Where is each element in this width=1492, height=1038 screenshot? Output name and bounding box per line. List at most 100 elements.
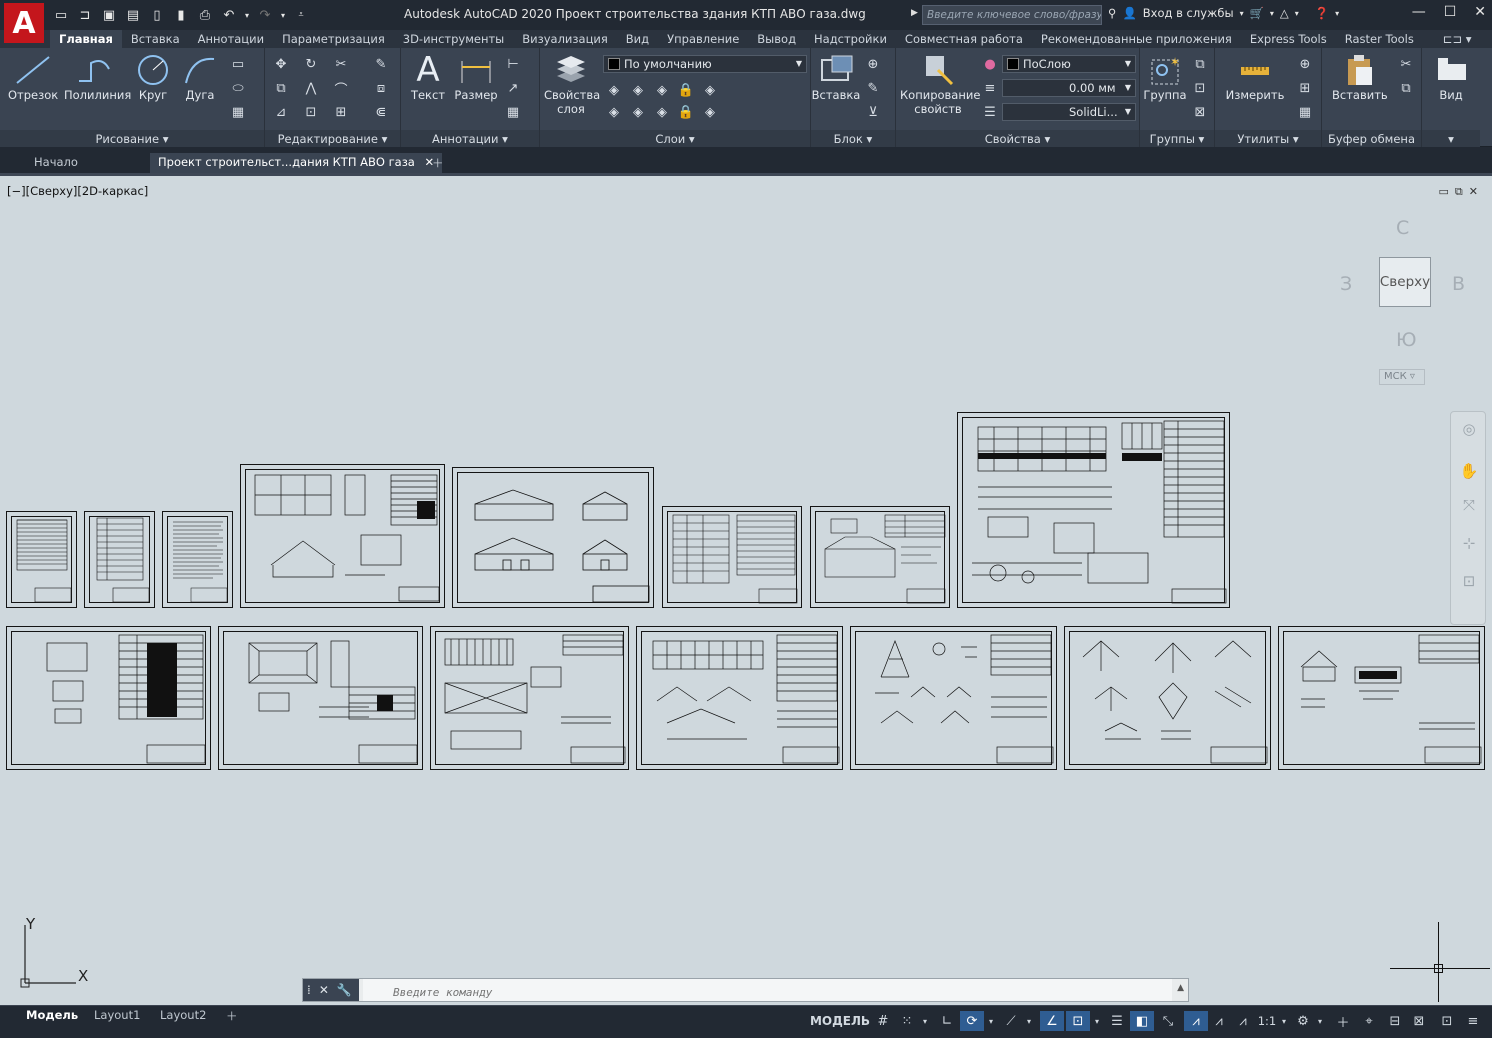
transparency-icon[interactable]: ◧ (1130, 1011, 1154, 1031)
chevron-down-icon[interactable]: ▾ (1314, 1011, 1326, 1031)
tab-home[interactable]: Главная (50, 30, 122, 48)
close-icon[interactable]: ✕ (1474, 4, 1486, 20)
match-properties-button[interactable]: Копирование свойств (900, 52, 980, 116)
group-edit-icon[interactable]: ⊡ (1190, 78, 1210, 98)
print-icon[interactable]: ⎙ (194, 4, 216, 26)
dimension-button[interactable]: Размер (451, 52, 501, 102)
copy-clip-icon[interactable]: ⧉ (1396, 78, 1416, 98)
grid-icon[interactable]: # (872, 1011, 894, 1031)
help-icon[interactable]: ❓ (1315, 6, 1329, 20)
viewcube-west[interactable]: З (1340, 273, 1352, 295)
search-expand-icon[interactable]: ▶ (911, 8, 918, 18)
viewcube[interactable]: С З В Ю Сверху МСК ▿ (1336, 217, 1476, 385)
undo-dropdown-icon[interactable]: ▾ (242, 4, 252, 26)
linear-dimension-icon[interactable]: ⊢ (503, 54, 523, 74)
mirror-icon[interactable]: ⋀ (301, 78, 321, 98)
view-button[interactable]: Вид (1426, 52, 1476, 102)
linetype-dropdown[interactable]: SolidLi... ▼ (1002, 103, 1136, 121)
model-space-button[interactable]: МОДЕЛЬ (810, 1011, 870, 1031)
zoom-extents-icon[interactable]: ⤧ (1459, 496, 1479, 516)
viewport-minimize-icon[interactable]: ▭ (1439, 185, 1449, 199)
scale-value[interactable]: 1:1 (1256, 1011, 1278, 1031)
command-history-icon[interactable]: ▲ (1177, 983, 1184, 993)
drawing-area[interactable]: [−][Сверху][2D-каркас] ▭ ⧉ ✕ С З В Ю Све… (0, 179, 1492, 1005)
viewcube-face-top[interactable]: Сверху (1379, 257, 1431, 307)
layer-tool-icon[interactable]: ◈ (628, 102, 648, 122)
rotate-icon[interactable]: ↻ (301, 54, 321, 74)
viewcube-north[interactable]: С (1396, 217, 1409, 239)
chevron-down-icon[interactable]: ▾ (1335, 9, 1339, 18)
panel-title-properties[interactable]: Свойства ▾ (896, 130, 1139, 147)
polyline-button[interactable]: Полилиния (64, 52, 131, 102)
panel-title-layers[interactable]: Слои ▾ (540, 130, 810, 147)
chevron-down-icon[interactable]: ▾ (1090, 1011, 1104, 1031)
panel-title-utilities[interactable]: Утилиты ▾ (1215, 130, 1321, 147)
units-icon[interactable]: ⌖ (1358, 1011, 1380, 1031)
viewport-restore-icon[interactable]: ⧉ (1455, 185, 1463, 199)
viewport-close-icon[interactable]: ✕ (1469, 185, 1478, 199)
text-button[interactable]: A Текст (403, 50, 453, 102)
layer-lock-icon[interactable]: 🔒 (676, 102, 696, 122)
insert-block-button[interactable]: Вставка (811, 52, 861, 102)
tab-annotate[interactable]: Аннотации (189, 30, 273, 48)
panel-title-clipboard[interactable]: Буфер обмена (1322, 130, 1421, 147)
tab-insert[interactable]: Вставка (122, 30, 189, 48)
command-input[interactable] (363, 979, 1172, 1001)
color-wheel-icon[interactable]: ● (980, 54, 1000, 74)
steering-wheel-icon[interactable]: ◎ (1459, 420, 1479, 440)
customize-wrench-icon[interactable]: 🔧 (337, 983, 352, 997)
tab-express-tools[interactable]: Express Tools (1241, 30, 1336, 48)
redo-icon[interactable]: ↷ (254, 4, 276, 26)
undo-icon[interactable]: ↶ (218, 4, 240, 26)
quick-select-icon[interactable]: ⊕ (1295, 54, 1315, 74)
close-command-icon[interactable]: ✕ (319, 983, 329, 997)
tab-layout2[interactable]: Layout2 (152, 1007, 214, 1025)
pan-icon[interactable]: ✋ (1459, 462, 1479, 482)
move-icon[interactable]: ✥ (271, 54, 291, 74)
tab-model[interactable]: Модель (18, 1007, 86, 1025)
annotation-monitor-icon[interactable]: ＋ (1332, 1011, 1354, 1031)
tab-view[interactable]: Вид (617, 30, 658, 48)
selection-cycling-icon[interactable]: ⤡ (1156, 1011, 1180, 1031)
layer-tool-icon[interactable]: ◈ (652, 80, 672, 100)
grip-icon[interactable]: ⁞ (307, 983, 311, 997)
maximize-icon[interactable]: ☐ (1444, 4, 1457, 20)
chevron-down-icon[interactable]: ▾ (1278, 1011, 1290, 1031)
new-tab-button[interactable]: ＋ (424, 153, 452, 173)
cart-icon[interactable]: 🛒 (1250, 6, 1264, 20)
auto-scale-icon[interactable]: ⩘ (1208, 1011, 1230, 1031)
wcs-menu[interactable]: МСК ▿ (1379, 369, 1425, 385)
layer-tool-icon[interactable]: ◈ (700, 80, 720, 100)
command-line-grip[interactable]: ⁞ ✕ 🔧 (303, 979, 359, 1001)
linetype-icon[interactable]: ☰ (980, 102, 1000, 122)
tab-addins[interactable]: Надстройки (805, 30, 896, 48)
autodesk-app-icon[interactable]: △ (1280, 6, 1289, 20)
isodraft-icon[interactable]: ⟋ (1000, 1011, 1022, 1031)
cut-icon[interactable]: ✂ (1396, 54, 1416, 74)
application-menu-button[interactable]: A (4, 3, 44, 43)
leader-icon[interactable]: ↗ (503, 78, 523, 98)
select-all-icon[interactable]: ⊞ (1295, 78, 1315, 98)
stretch-icon[interactable]: ⊿ (271, 102, 291, 122)
annotation-visibility-icon[interactable]: ⩘ (1184, 1011, 1208, 1031)
tab-layout1[interactable]: Layout1 (86, 1007, 148, 1025)
chevron-down-icon[interactable]: ▾ (1295, 9, 1299, 18)
chevron-down-icon[interactable]: ▾ (918, 1011, 932, 1031)
erase-icon[interactable]: ✎ (371, 54, 391, 74)
explode-icon[interactable]: ⧈ (371, 78, 391, 98)
group-button[interactable]: ✶ Группа (1140, 52, 1190, 102)
tab-3d-tools[interactable]: 3D-инструменты (394, 30, 514, 48)
panel-title-view[interactable]: ▾ (1422, 130, 1480, 147)
tab-raster-tools[interactable]: Raster Tools (1336, 30, 1423, 48)
quick-properties-icon[interactable]: ⊟ (1384, 1011, 1406, 1031)
tab-output[interactable]: Вывод (748, 30, 805, 48)
hatch-icon[interactable]: ▦ (228, 102, 248, 122)
layer-tool-icon[interactable]: ◈ (628, 80, 648, 100)
tab-manage[interactable]: Управление (658, 30, 748, 48)
chevron-down-icon[interactable]: ▾ (984, 1011, 998, 1031)
copy-icon[interactable]: ⧉ (271, 78, 291, 98)
line-button[interactable]: Отрезок (8, 52, 58, 102)
lineweight-icon[interactable]: ≡ (980, 78, 1000, 98)
lineweight-display-icon[interactable]: ☰ (1106, 1011, 1128, 1031)
minimize-icon[interactable]: — (1412, 4, 1426, 20)
